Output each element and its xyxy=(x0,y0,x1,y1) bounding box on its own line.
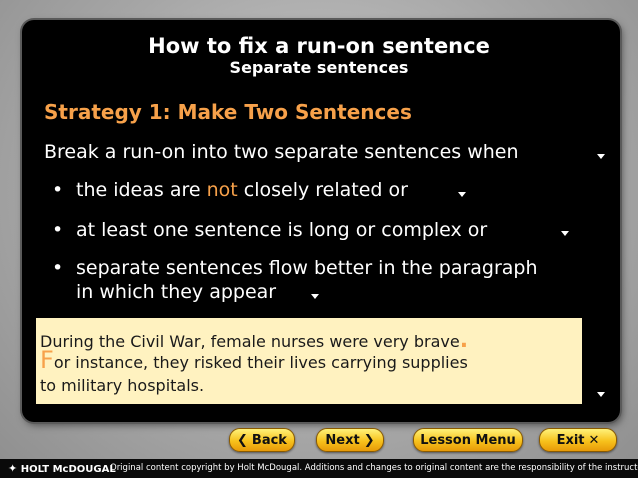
star-logo-icon: ✦ xyxy=(8,462,18,475)
bullet-3-line2: in which they appear xyxy=(76,281,277,303)
copyright-text: Original content copyright by Holt McDou… xyxy=(110,463,638,473)
close-icon: ✕ xyxy=(588,432,600,448)
exit-button[interactable]: Exit ✕ xyxy=(539,428,617,452)
advance-arrow-icon[interactable] xyxy=(597,392,605,397)
publisher-logo: ✦ HOLT McDOUGAL xyxy=(8,462,116,475)
bullet-1: the ideas are not closely related or xyxy=(76,179,408,201)
intro-text: Break a run-on into two separate sentenc… xyxy=(44,141,519,163)
footer-bar: ✦ HOLT McDOUGAL Original content copyrig… xyxy=(0,459,638,478)
lesson-menu-button[interactable]: Lesson Menu xyxy=(413,428,523,452)
bullet-2: at least one sentence is long or complex… xyxy=(76,219,488,241)
next-button[interactable]: Next ❯ xyxy=(316,428,384,452)
example-box: During the Civil War, female nurses were… xyxy=(36,318,582,404)
advance-arrow-icon[interactable] xyxy=(311,294,319,299)
advance-arrow-icon[interactable] xyxy=(458,192,466,197)
example-line-3: to military hospitals. xyxy=(40,376,205,395)
example-period: . xyxy=(459,328,469,353)
bullet-dot-icon: • xyxy=(52,219,64,241)
highlight-not: not xyxy=(206,179,238,201)
bullet-3-line1: separate sentences flow better in the pa… xyxy=(76,257,538,279)
example-line-1: During the Civil War, female nurses were… xyxy=(40,328,469,353)
bullet-dot-icon: • xyxy=(52,179,64,201)
chevron-right-icon: ❯ xyxy=(363,432,375,448)
bullet-dot-icon: • xyxy=(52,257,64,279)
back-button[interactable]: ❮ Back xyxy=(229,428,295,452)
slide-title: How to fix a run-on sentence xyxy=(148,34,490,58)
strategy-heading: Strategy 1: Make Two Sentences xyxy=(44,100,412,124)
example-capital: F xyxy=(40,346,54,374)
advance-arrow-icon[interactable] xyxy=(597,154,605,159)
advance-arrow-icon[interactable] xyxy=(561,231,569,236)
example-line-2: For instance, they risked their lives ca… xyxy=(40,346,468,374)
chevron-left-icon: ❮ xyxy=(237,432,248,448)
slide-subtitle: Separate sentences xyxy=(229,58,409,77)
